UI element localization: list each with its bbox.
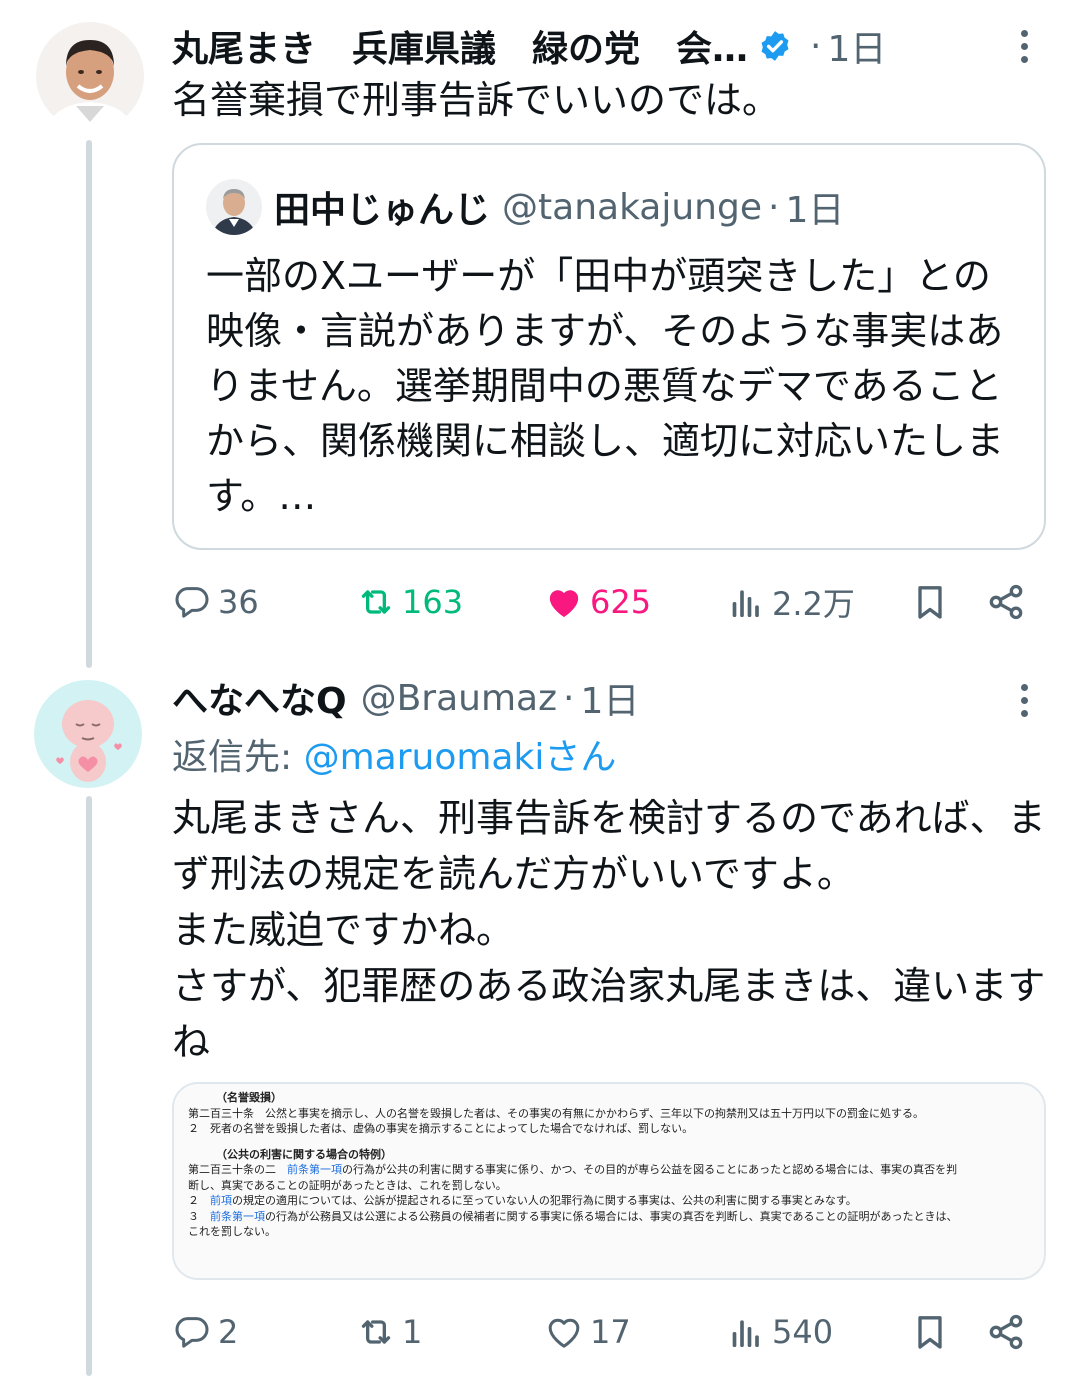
quote-handle: @tanakajunge <box>502 186 762 228</box>
bookmark-button[interactable] <box>910 572 950 632</box>
more-options-icon[interactable] <box>1004 680 1044 720</box>
doc-line: （名誉毀損） <box>216 1091 282 1104</box>
verified-badge-icon <box>761 31 789 61</box>
doc-line: ２ 前項の規定の適用については、公訴が提起されるに至っていない人の犯罪行為に関す… <box>188 1193 1034 1209</box>
reply-to-label: 返信先: <box>172 737 304 778</box>
views-button[interactable]: 2.2万 <box>726 572 855 632</box>
retweet-icon <box>361 1320 391 1344</box>
more-options-icon[interactable] <box>1004 26 1044 66</box>
reply-count: 2 <box>218 1313 239 1351</box>
reply-button[interactable]: 2 <box>172 1302 238 1362</box>
separator-dot: · <box>810 25 822 67</box>
image-document-text: （名誉毀損） 第二百三十条 公然と事実を摘示し、人の名誉を毀損した者は、その事実… <box>188 1090 1034 1240</box>
views-count: 540 <box>772 1313 834 1351</box>
retweet-button[interactable]: 163 <box>356 572 463 632</box>
doc-text: の規定の適用については、公訴が提起されるに至っていない人の犯罪行為に関する事実は… <box>232 1194 857 1207</box>
tweet-text: 丸尾まきさん、刑事告訴を検討するのであれば、まず刑法の規定を読んだ方がいいですよ… <box>172 796 1046 1064</box>
doc-line: 第二百三十条の二 前条第一項の行為が公共の利害に関する事実に係り、かつ、その目的… <box>188 1162 1034 1178</box>
doc-text: 第二百三十条の二 <box>188 1163 287 1176</box>
tweet-header: へなへなQ @Braumaz · 1日 <box>172 672 639 724</box>
doc-text: の行為が公務員又は公選による公務員の候補者に関する事実に係る場合には、事実の真否… <box>265 1209 958 1223</box>
tweet-text: 名誉棄損で刑事告訴でいいのでは。 <box>172 78 781 122</box>
like-button[interactable]: 625 <box>544 572 651 632</box>
bookmark-icon <box>918 1316 942 1349</box>
display-name[interactable]: 丸尾まき 兵庫県議 緑の党 会… <box>172 20 748 72</box>
views-button[interactable]: 540 <box>726 1302 833 1362</box>
doc-link: 前条第一項 <box>210 1209 265 1223</box>
tweet-actions: 36 163 625 2.2万 <box>172 572 1032 632</box>
heart-icon <box>548 1318 580 1348</box>
quote-avatar <box>206 179 262 235</box>
doc-line: これを罰しない。 <box>188 1225 276 1238</box>
retweet-icon <box>361 590 391 614</box>
views-chart-icon <box>732 1320 759 1347</box>
quote-tweet-card[interactable]: 田中じゅんじ @tanakajunge · 1日 一部のXユーザーが「田中が頭突… <box>172 143 1046 550</box>
separator-dot: · <box>767 186 780 228</box>
reply-icon <box>175 1317 209 1348</box>
like-count: 625 <box>590 583 652 621</box>
avatar[interactable] <box>34 680 142 788</box>
doc-line: ２ 死者の名誉を毀損した者は、虚偽の事実を摘示することによってした場合でなければ… <box>188 1122 694 1135</box>
thread-line-top <box>86 140 92 668</box>
reply-icon <box>175 587 209 618</box>
share-icon <box>989 1314 1023 1350</box>
doc-link: 前条第一項 <box>287 1163 342 1176</box>
share-button[interactable] <box>986 572 1026 632</box>
retweet-count: 163 <box>402 583 464 621</box>
doc-line: 第二百三十条 公然と事実を摘示し、人の名誉を毀損した者は、その事実の有無にかかわ… <box>188 1106 925 1120</box>
reply-count: 36 <box>218 583 259 621</box>
timestamp[interactable]: 1日 <box>580 672 639 724</box>
attached-image[interactable]: （名誉毀損） 第二百三十条 公然と事実を摘示し、人の名誉を毀損した者は、その事実… <box>172 1082 1046 1280</box>
like-count: 17 <box>590 1313 631 1351</box>
bookmark-icon <box>918 586 942 619</box>
doc-line: ３ 前条第一項の行為が公務員又は公選による公務員の候補者に関する事実に係る場合に… <box>188 1209 1034 1225</box>
bookmark-button[interactable] <box>910 1302 950 1362</box>
quote-text: 一部のXユーザーが「田中が頭突きした」との映像・言説がありますが、そのような事実… <box>206 254 1005 518</box>
doc-text: ３ <box>188 1209 210 1223</box>
heart-filled-icon <box>549 590 579 617</box>
share-icon <box>989 584 1023 620</box>
quote-timestamp: 1日 <box>785 190 845 231</box>
display-name[interactable]: へなへなQ <box>172 672 347 724</box>
timestamp[interactable]: 1日 <box>827 20 886 72</box>
views-count: 2.2万 <box>772 585 855 623</box>
thread-line-bottom <box>86 796 92 1376</box>
avatar[interactable] <box>36 22 144 130</box>
separator-dot: · <box>563 677 575 719</box>
replying-to: 返信先: @maruomakiさん <box>172 728 616 780</box>
reply-mention-link[interactable]: @maruomakiさん <box>304 737 617 778</box>
retweet-count: 1 <box>402 1313 423 1351</box>
quote-header: 田中じゅんじ @tanakajunge · 1日 <box>206 179 844 235</box>
doc-text: の行為が公共の利害に関する事実に係り、かつ、その目的が専ら公益を図ることにあった… <box>342 1163 958 1176</box>
doc-line: 断し、真実であることの証明があったときは、これを罰しない。 <box>188 1178 507 1192</box>
quote-display-name: 田中じゅんじ <box>274 190 491 231</box>
handle[interactable]: @Braumaz <box>361 678 557 719</box>
doc-text: ２ <box>188 1194 210 1207</box>
tweet-actions: 2 1 17 540 <box>172 1302 1032 1362</box>
doc-link: 前項 <box>210 1194 232 1207</box>
reply-button[interactable]: 36 <box>172 572 259 632</box>
like-button[interactable]: 17 <box>544 1302 631 1362</box>
views-chart-icon <box>732 590 759 617</box>
share-button[interactable] <box>986 1302 1026 1362</box>
doc-line: （公共の利害に関する場合の特例） <box>216 1147 392 1161</box>
tweet-header: 丸尾まき 兵庫県議 緑の党 会… · 1日 <box>172 20 886 72</box>
retweet-button[interactable]: 1 <box>356 1302 422 1362</box>
